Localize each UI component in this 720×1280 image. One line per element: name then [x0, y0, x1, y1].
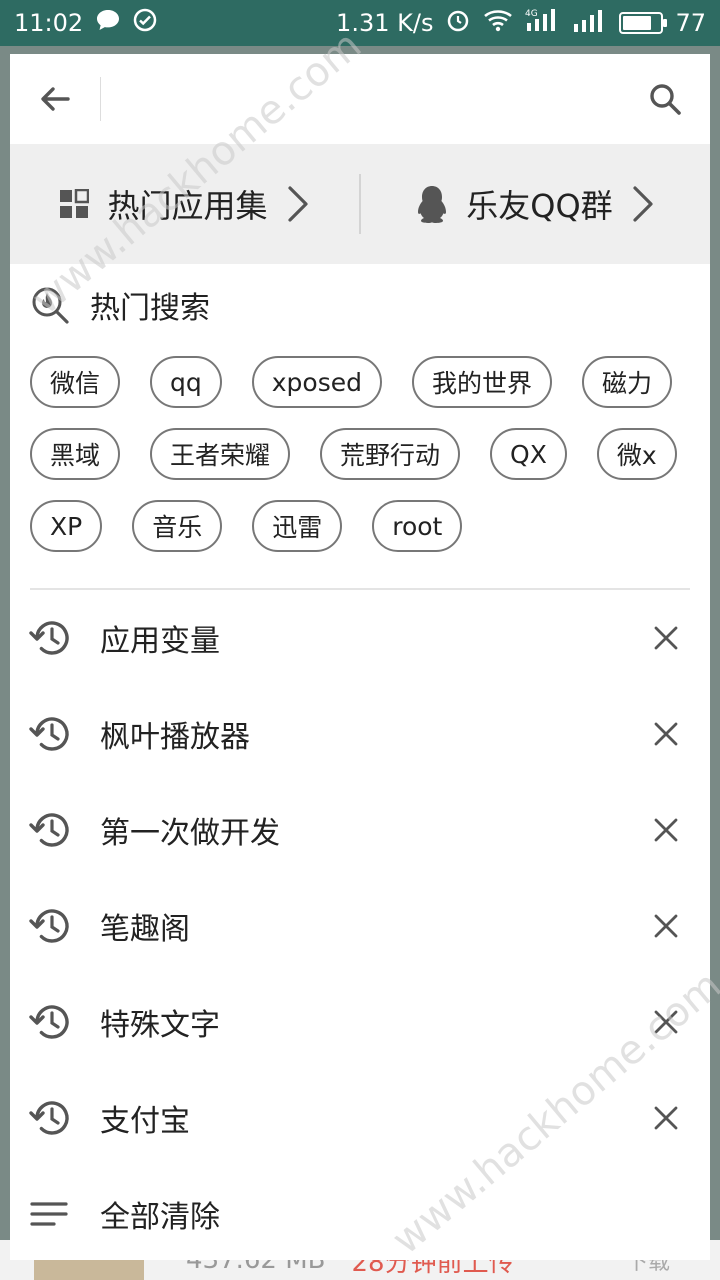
search-bar — [10, 54, 710, 144]
status-time: 11:02 — [14, 9, 84, 37]
history-label: 特殊文字 — [100, 1008, 220, 1043]
delete-history-button[interactable] — [636, 896, 696, 956]
history-item[interactable]: 支付宝 — [10, 1070, 710, 1166]
wifi-icon — [483, 8, 513, 38]
delete-history-button[interactable] — [636, 992, 696, 1052]
clear-all-button[interactable]: 全部清除 — [10, 1166, 710, 1260]
history-icon — [29, 909, 69, 943]
quick-link-label: 热门应用集 — [107, 187, 268, 225]
cellular-signal-icon — [573, 8, 607, 38]
chat-bubble-icon — [95, 8, 121, 38]
battery-icon — [619, 12, 668, 34]
history-label: 笔趣阁 — [100, 912, 190, 947]
hot-search-tag[interactable]: 我的世界 — [412, 356, 553, 408]
delete-history-button[interactable] — [636, 704, 696, 764]
hot-search-tag[interactable]: xposed — [251, 356, 382, 408]
hot-search-tags: 微信 qq xposed 我的世界 磁力 黑域 王者荣耀 荒野行动 QX 微x … — [10, 346, 710, 562]
hot-search-tag[interactable]: qq — [150, 356, 222, 408]
history-icon — [29, 621, 69, 655]
alarm-icon — [445, 7, 471, 39]
cellular-4g-icon: 4G — [525, 7, 561, 39]
hot-search-tag[interactable]: 微信 — [30, 356, 121, 408]
history-icon — [29, 1101, 69, 1135]
clear-all-icon — [30, 1202, 68, 1226]
close-icon — [654, 722, 678, 746]
history-icon — [29, 1005, 69, 1039]
hot-search-flame-icon — [32, 287, 69, 324]
history-item[interactable]: 第一次做开发 — [10, 782, 710, 878]
hot-search-title: 热门搜索 — [90, 291, 210, 326]
back-button[interactable] — [10, 54, 100, 144]
delete-history-button[interactable] — [636, 608, 696, 668]
hot-search-tag[interactable]: XP — [30, 500, 103, 552]
search-button[interactable] — [620, 54, 710, 144]
delete-history-button[interactable] — [636, 1088, 696, 1148]
tag-row: 黑域 王者荣耀 荒野行动 QX 微x — [30, 418, 690, 490]
hot-search-tag[interactable]: 迅雷 — [252, 500, 343, 552]
close-icon — [654, 818, 678, 842]
close-icon — [654, 626, 678, 650]
history-label: 应用变量 — [100, 624, 220, 659]
quick-link-hot-apps[interactable]: 热门应用集 — [10, 144, 359, 264]
qq-penguin-icon — [418, 186, 447, 223]
hot-search-tag[interactable]: 黑域 — [30, 428, 121, 480]
search-input[interactable] — [101, 69, 620, 129]
svg-text:4G: 4G — [525, 9, 538, 19]
hot-search-tag[interactable]: 王者荣耀 — [150, 428, 291, 480]
check-circle-icon — [133, 8, 157, 38]
network-speed: 1.31 K/s — [336, 9, 434, 37]
search-history-list: 应用变量 枫叶播放器 第一次做开发 笔趣阁 特殊文字 支付宝 — [10, 590, 710, 1166]
hot-search-tag[interactable]: root — [372, 500, 463, 552]
hot-search-tag[interactable]: QX — [490, 428, 567, 480]
status-bar: 11:02 1.31 K/s 4G 77 — [0, 0, 720, 46]
hot-search-tag[interactable]: 音乐 — [132, 500, 223, 552]
quick-links-row: 热门应用集 乐友QQ群 — [10, 144, 710, 264]
history-icon — [29, 717, 69, 751]
search-icon — [650, 84, 681, 115]
battery-level: 77 — [675, 9, 706, 37]
history-item[interactable]: 应用变量 — [10, 590, 710, 686]
close-icon — [654, 914, 678, 938]
tag-row: XP 音乐 迅雷 root — [30, 490, 690, 562]
grid-icon — [60, 189, 90, 218]
chevron-right-icon — [287, 186, 308, 222]
delete-history-button[interactable] — [636, 800, 696, 860]
history-icon — [29, 813, 69, 847]
quick-link-label: 乐友QQ群 — [466, 187, 613, 225]
arrow-left-icon — [41, 87, 70, 111]
chevron-right-icon — [633, 186, 653, 222]
history-item[interactable]: 笔趣阁 — [10, 878, 710, 974]
hot-search-tag[interactable]: 荒野行动 — [320, 428, 461, 480]
history-item[interactable]: 特殊文字 — [10, 974, 710, 1070]
history-label: 枫叶播放器 — [100, 720, 250, 755]
hot-search-header: 热门搜索 — [10, 264, 710, 346]
quick-link-qq-group[interactable]: 乐友QQ群 — [361, 144, 710, 264]
hot-search-tag[interactable]: 微x — [596, 428, 677, 480]
history-label: 支付宝 — [100, 1104, 190, 1139]
history-item[interactable]: 枫叶播放器 — [10, 686, 710, 782]
search-panel: 热门应用集 乐友QQ群 热门搜索 微信 qq xposed 我的世界 磁力 黑域… — [10, 54, 710, 1260]
history-label: 第一次做开发 — [100, 816, 280, 851]
tag-row: 微信 qq xposed 我的世界 磁力 — [30, 346, 690, 418]
clear-all-label: 全部清除 — [100, 1200, 220, 1235]
close-icon — [654, 1106, 678, 1130]
hot-search-tag[interactable]: 磁力 — [582, 356, 673, 408]
close-icon — [654, 1010, 678, 1034]
